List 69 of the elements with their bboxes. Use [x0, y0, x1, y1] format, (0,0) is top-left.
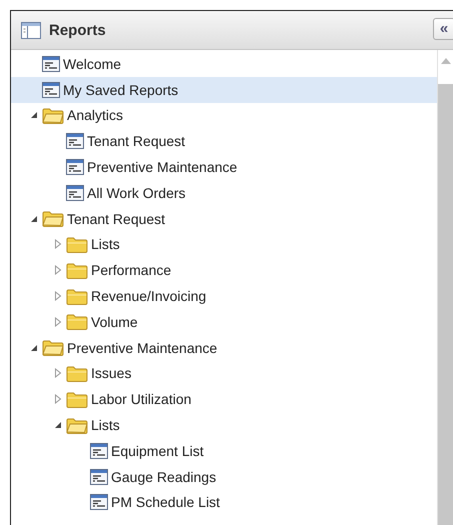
panel-title: Reports	[49, 22, 106, 38]
collapse-button[interactable]: «	[433, 18, 453, 40]
tree-item-label: Analytics	[67, 107, 124, 124]
report-icon	[90, 442, 108, 459]
tree-item[interactable]: Performance	[11, 257, 437, 284]
tree-item-label: Lists	[91, 417, 120, 434]
folder-icon	[66, 364, 88, 382]
report-icon	[90, 494, 108, 510]
collapsed-arrow-icon[interactable]	[53, 239, 63, 250]
collapsed-arrow-icon[interactable]	[53, 394, 63, 404]
tree-item[interactable]: Tenant Request	[11, 128, 437, 154]
tree-item[interactable]: My Saved Reports	[11, 76, 437, 103]
expanded-arrow-icon[interactable]	[29, 214, 39, 224]
report-icon	[66, 133, 84, 150]
scroll-up-icon[interactable]	[441, 58, 451, 64]
expanded-arrow-icon[interactable]	[29, 110, 39, 120]
expanded-arrow-icon[interactable]	[29, 342, 39, 353]
tree-item[interactable]: Lists	[11, 412, 437, 438]
tree-item-label: Volume	[91, 314, 138, 330]
tree-item-label: Preventive Maintenance	[87, 159, 238, 176]
tree-item[interactable]: Volume	[11, 308, 437, 335]
tree-item[interactable]: All Work Orders	[11, 180, 437, 206]
tree-item-label: Welcome	[63, 56, 122, 72]
expanded-arrow-icon[interactable]	[53, 420, 63, 430]
folder-icon	[66, 262, 88, 279]
tree-item[interactable]: PM Schedule List	[11, 490, 437, 516]
folder-icon	[66, 236, 88, 253]
tree-item[interactable]: Welcome	[11, 51, 437, 77]
report-icon	[42, 56, 60, 72]
report-icon	[90, 468, 108, 485]
collapsed-arrow-icon[interactable]	[53, 291, 63, 302]
tree-item-label: PM Schedule List	[111, 494, 220, 510]
tree-item-label: My Saved Reports	[63, 82, 178, 98]
tree-item-label: All Work Orders	[87, 184, 186, 201]
tree-item-label: Tenant Request	[67, 210, 166, 227]
open-folder-icon	[42, 106, 64, 124]
collapsed-arrow-icon[interactable]	[53, 316, 63, 327]
tree-item[interactable]: Issues	[11, 360, 437, 386]
tree-item[interactable]: Gauge Readings	[11, 464, 437, 490]
tree-item[interactable]: Preventive Maintenance	[11, 154, 437, 180]
tree-item[interactable]: Analytics	[11, 102, 437, 128]
open-folder-icon	[42, 210, 64, 228]
folder-icon	[66, 288, 88, 305]
folder-icon	[66, 390, 88, 408]
tree-item[interactable]: Preventive Maintenance	[11, 334, 437, 361]
tree-item-label: Lists	[91, 236, 120, 252]
folder-icon	[66, 313, 88, 330]
scrollbar[interactable]	[437, 50, 453, 525]
tree-item-label: Gauge Readings	[111, 468, 216, 485]
tree-item[interactable]: Equipment List	[11, 438, 437, 464]
report-icon	[66, 184, 84, 201]
tree-item-label: Performance	[91, 262, 172, 278]
open-folder-icon	[42, 339, 64, 356]
tree-item[interactable]: Revenue/Invoicing	[11, 283, 437, 309]
report-icon	[66, 159, 84, 176]
open-folder-icon	[66, 416, 88, 434]
tree-item-label: Preventive Maintenance	[67, 340, 218, 356]
report-icon	[42, 82, 60, 98]
tree-item-label: Tenant Request	[87, 133, 186, 150]
collapsed-arrow-icon[interactable]	[53, 368, 63, 378]
tree-item[interactable]: Lists	[11, 232, 437, 258]
tree-item-label: Revenue/Invoicing	[91, 288, 206, 304]
tree-item-label: Equipment List	[111, 442, 204, 459]
tree-item-label: Labor Utilization	[91, 391, 192, 408]
panel-icon	[21, 22, 41, 38]
tree-item[interactable]: Tenant Request	[11, 206, 437, 232]
tree-item-label: Issues	[91, 365, 132, 382]
collapsed-arrow-icon[interactable]	[53, 265, 63, 276]
tree-item[interactable]: Labor Utilization	[11, 386, 437, 412]
